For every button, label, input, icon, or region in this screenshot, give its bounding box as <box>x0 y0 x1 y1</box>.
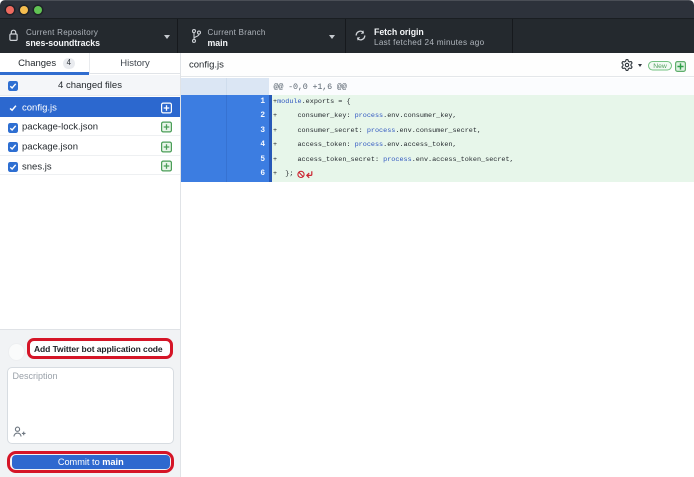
svg-text:New: New <box>653 63 667 70</box>
